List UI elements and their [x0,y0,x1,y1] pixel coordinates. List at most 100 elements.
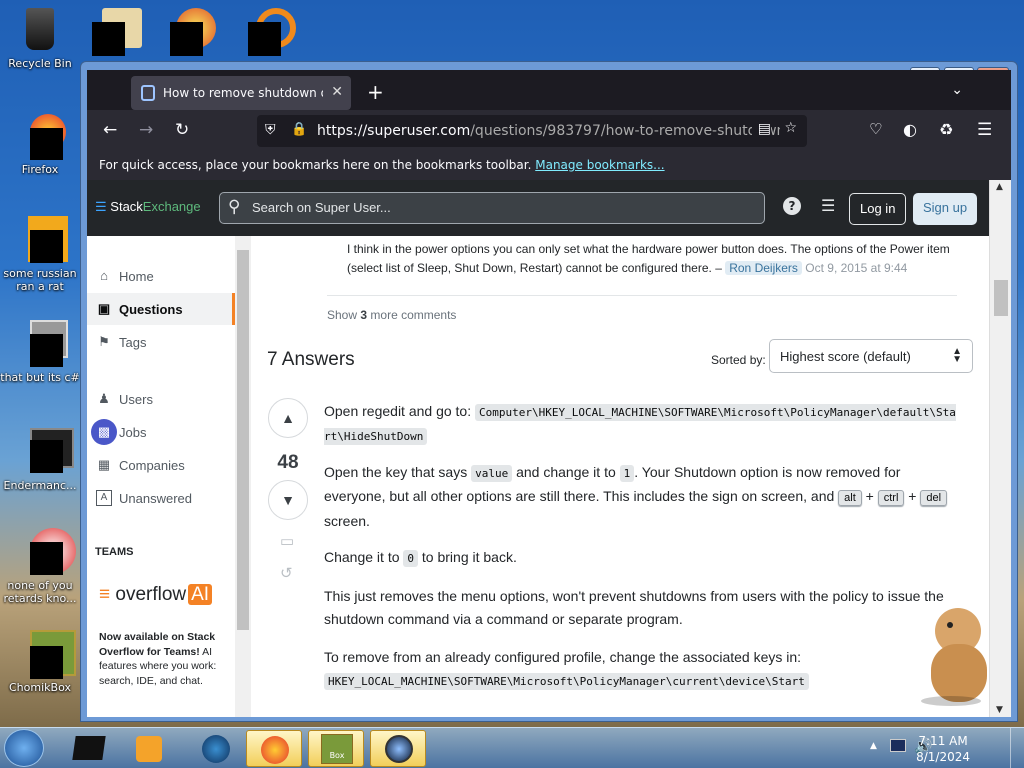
teams-promo-text: Now available on Stack Overflow for Team… [99,630,231,688]
sidebar-item-tags[interactable]: ⚑ Tags [87,326,235,358]
answer-registry-path-2: HKEY_LOCAL_MACHINE\SOFTWARE\Microsoft\Po… [324,673,809,690]
sidebar-item-label: Users [119,391,153,407]
kbd-alt: alt [838,490,862,506]
tab-active[interactable]: How to remove shutdown optic ✕ [131,76,351,110]
csharp-desktop-icon[interactable]: that but its c# [0,320,80,384]
tab-bar: How to remove shutdown optic ✕ + ⌄ [87,70,1011,112]
search-placeholder: Search on Super User... [252,200,391,215]
bookmarks-toolbar: For quick access, place your bookmarks h… [87,152,1011,180]
history-icon[interactable]: ↺ [280,564,293,582]
sidebar-item-users[interactable]: ♟ Users [87,383,235,415]
sort-value: Highest score (default) [780,349,911,364]
manage-bookmarks-link[interactable]: Manage bookmarks... [535,158,664,172]
desktop-icon-3[interactable] [248,8,296,56]
reload-icon[interactable]: ↻ [175,120,189,140]
sidebar-scroll-thumb[interactable] [237,250,249,630]
taskbar-app-camera[interactable] [370,730,426,767]
show-more-suffix: more comments [370,308,457,322]
bookmark-icon[interactable]: ▭ [280,532,294,550]
recycle-bin-icon[interactable]: Recycle Bin [0,6,80,70]
sort-select[interactable]: Highest score (default) ▲ ▼ [769,339,973,373]
taskbar-app-chomikbox[interactable]: Box [308,730,364,767]
show-more-comments-link[interactable]: Show 3 more comments [327,308,456,322]
firefox-desktop-icon[interactable]: Firefox [0,112,80,176]
sidebar-item-label: Jobs [119,424,147,440]
sorted-by-label: Sorted by: [711,353,766,367]
clock[interactable]: 7:11 AM 8/1/2024 [916,733,970,765]
clock-time: 7:11 AM [918,734,968,748]
sidebar-item-companies[interactable]: ▦ Companies [87,449,235,481]
rat-desktop-icon[interactable]: some russian ran a rat [0,216,80,293]
chomikbox-taskbar-label: Box [329,751,345,760]
jobs-icon: ▩ [91,419,117,445]
home-icon: ⌂ [100,268,108,283]
endermanch-desktop-icon[interactable]: Endermanc... [0,428,80,492]
scroll-up-arrow[interactable]: ▲ [996,182,1003,192]
help-icon[interactable]: ? [783,197,801,215]
taskbar-app-terminal[interactable] [60,730,116,767]
kbd-del: del [920,490,948,506]
overflow-logo-text: overflow [115,584,187,605]
new-tab-button[interactable]: + [367,80,384,104]
chomikbox-desktop-label: ChomikBox [9,681,71,694]
reader-view-icon[interactable]: ▤ [751,121,771,137]
csharp-desktop-label: that but its c# [0,371,80,384]
menu-icon[interactable]: ☰ [977,120,992,140]
main-content: I think in the power options you can onl… [251,236,989,717]
back-icon[interactable]: ← [103,120,117,140]
comment-rule [327,295,957,296]
site-search-input[interactable]: ⚲ Search on Super User... [219,192,765,224]
answers-count: 7 Answers [267,349,355,370]
scroll-down-arrow[interactable]: ▼ [996,705,1003,715]
answer-p3-a: Change it to [324,549,400,565]
companies-icon: ▦ [97,457,111,472]
comment: I think in the power options you can onl… [347,240,957,278]
login-button[interactable]: Log in [849,193,907,225]
lock-icon[interactable]: 🔒 [291,122,307,137]
sidebar-scrollbar[interactable] [235,236,251,717]
url-bar[interactable]: ⛨ 🔒 https://superuser.com/questions/9837… [257,115,807,147]
taskbar-app-globe[interactable] [186,730,242,767]
show-desktop-button[interactable] [1010,728,1024,768]
answer-p3-b: to bring it back. [421,549,517,565]
forward-icon[interactable]: → [139,120,153,140]
answer-paragraph-2: Open the key that says value and change … [324,461,958,533]
firefox-desktop-label: Firefox [21,163,59,176]
bookmark-star-icon[interactable]: ☆ [780,120,797,136]
sidebar-item-unanswered[interactable]: A Unanswered [87,482,235,514]
sidebar-item-label: Questions [119,301,183,317]
desktop-icon-2[interactable] [170,8,218,56]
account-icon[interactable]: ◐ [903,120,917,139]
pocket-icon[interactable]: ♡ [869,120,882,138]
overflow-ai-logo[interactable]: ≡ overflow AI [99,584,213,606]
url-path: /questions/983797/how-to-remove-shutdown… [470,123,791,139]
answer-p2-a: Open the key that says [324,464,468,480]
sidebar-item-jobs[interactable]: ▩ Jobs [87,416,235,448]
downvote-button[interactable]: ▼ [268,480,308,520]
stackexchange-logo[interactable]: ☰ StackExchange [95,199,201,215]
taskbar-app-media-player[interactable] [120,730,176,767]
extensions-icon[interactable]: ♻ [939,120,953,139]
recycle-bin-label: Recycle Bin [8,57,72,70]
comment-user-link[interactable]: Ron Deijkers [725,261,802,275]
answer-paragraph-4: This just removes the menu options, won'… [324,588,944,627]
shield-icon[interactable]: ⛨ [265,122,276,138]
signup-button[interactable]: Sign up [913,193,978,225]
navigation-bar: ← → ↻ ⛨ 🔒 https://superuser.com/question… [87,110,1011,152]
scroll-thumb[interactable] [994,280,1008,316]
none-of-you-desktop-icon[interactable]: none of you retards kno... [0,528,80,605]
users-icon: ♟ [98,391,110,406]
chomikbox-desktop-icon[interactable]: ChomikBox [0,630,80,694]
desktop-icon-1[interactable] [92,8,142,56]
answer-code-value: value [471,465,513,482]
taskbar-app-firefox[interactable] [246,730,302,767]
start-button[interactable] [4,729,44,767]
sidebar-item-questions[interactable]: ▣ Questions [87,293,235,325]
tab-close-icon[interactable]: ✕ [331,84,343,100]
upvote-button[interactable]: ▲ [268,398,308,438]
sidebar-item-home[interactable]: ⌂ Home [87,260,235,292]
list-all-tabs-icon[interactable]: ⌄ [951,82,963,98]
site-switcher-icon[interactable]: ☰ [821,196,835,215]
network-icon[interactable] [890,739,906,752]
show-hidden-icons[interactable]: ▲ [870,741,877,751]
